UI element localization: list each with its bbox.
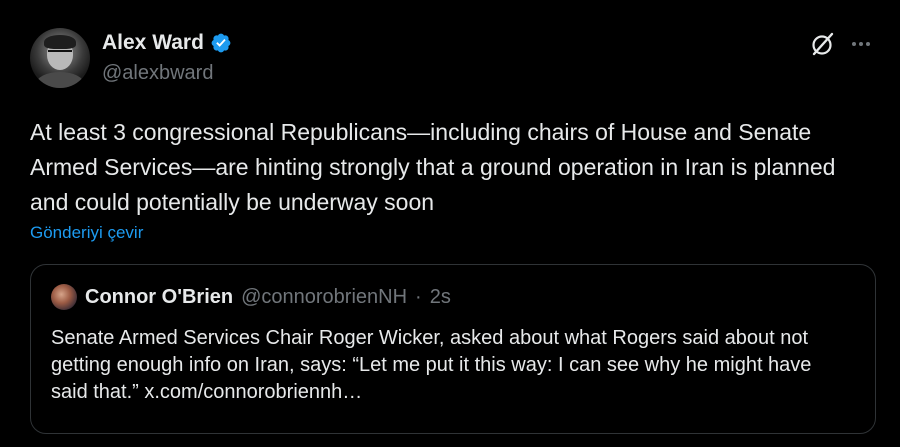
translate-post-link[interactable]: Gönderiyi çevir bbox=[30, 222, 143, 244]
avatar-glasses bbox=[48, 50, 72, 58]
quoted-author-handle[interactable]: @connorobrienNH bbox=[241, 285, 407, 309]
quoted-tweet-text: Senate Armed Services Chair Roger Wicker… bbox=[51, 327, 812, 403]
tweet: Alex Ward @alexbward At least 3 congress… bbox=[0, 0, 900, 447]
avatar-shirt bbox=[36, 72, 84, 88]
quoted-separator: · bbox=[415, 286, 422, 308]
avatar-hair bbox=[44, 35, 76, 49]
tweet-text: At least 3 congressional Republicans—inc… bbox=[30, 119, 836, 215]
author-display-name[interactable]: Alex Ward bbox=[102, 31, 204, 55]
author-name-row: Alex Ward bbox=[102, 31, 232, 55]
quoted-author-display-name[interactable]: Connor O'Brien bbox=[85, 285, 233, 309]
more-options-icon[interactable] bbox=[848, 33, 874, 55]
quoted-tweet-header: Connor O'Brien @connorobrienNH · 2s bbox=[51, 284, 451, 310]
quoted-tweet[interactable]: Connor O'Brien @connorobrienNH · 2s Sena… bbox=[30, 264, 876, 434]
quoted-author-avatar[interactable] bbox=[51, 284, 77, 310]
quoted-timestamp[interactable]: 2s bbox=[430, 285, 451, 309]
grok-icon[interactable] bbox=[810, 31, 836, 57]
author-avatar[interactable] bbox=[30, 28, 90, 88]
verified-badge-icon[interactable] bbox=[210, 32, 232, 54]
author-handle[interactable]: @alexbward bbox=[102, 61, 213, 85]
